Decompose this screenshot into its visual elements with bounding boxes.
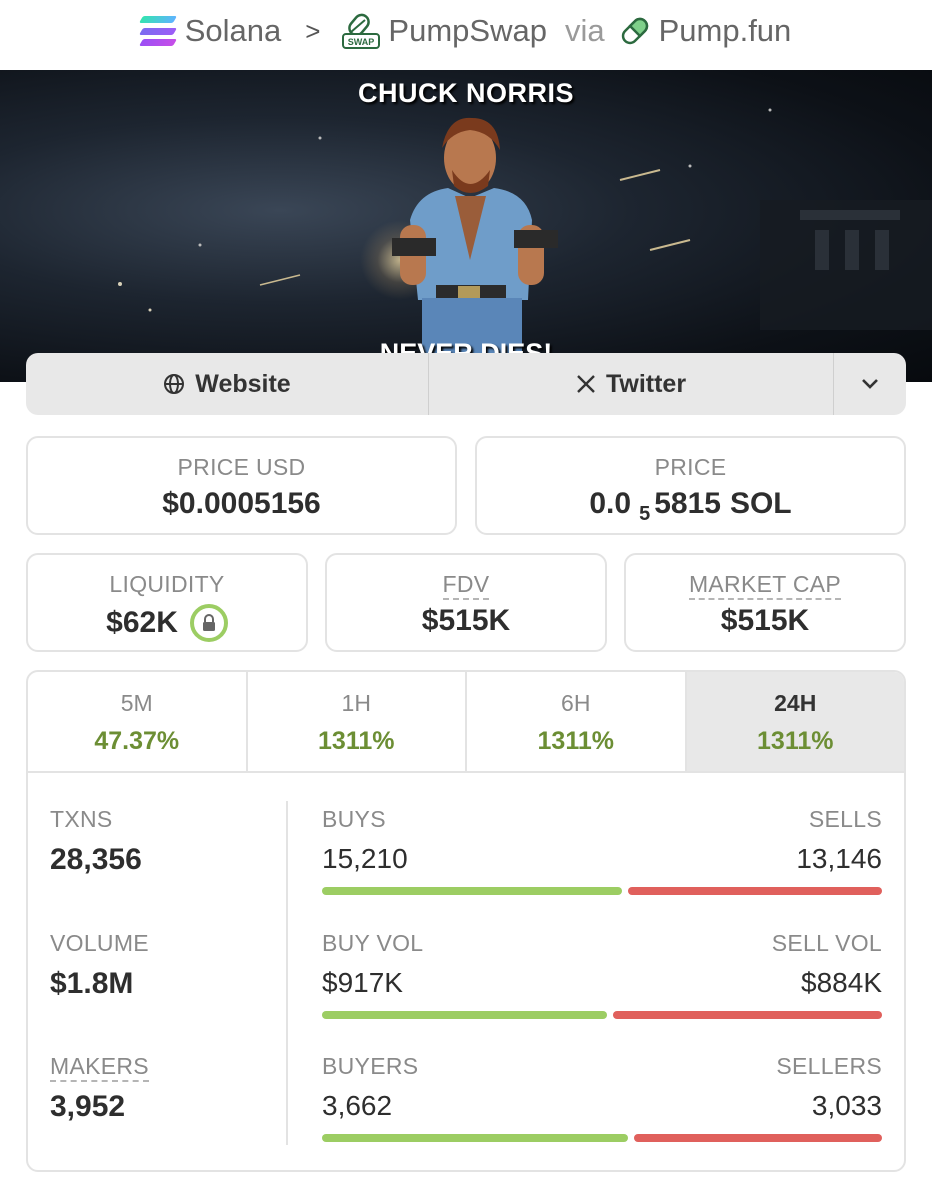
breadcrumb-launchpad[interactable]: Pump.fun [619,13,792,49]
price-native-digits: 5815 [654,487,721,520]
breadcrumb-separator: > [305,15,321,46]
fdv-value: $515K [421,604,511,637]
sell-vol-label: SELL VOL [771,930,882,956]
price-native-value: 0.0 5 5815 SOL [477,487,904,525]
volume-split-row: BUY VOL SELL VOL $917K $884K [322,930,882,1019]
sellers-value: 3,033 [811,1090,882,1121]
volume-value: $1.8M [50,967,134,1000]
lock-icon[interactable] [189,604,228,642]
makers-label[interactable]: MAKERS [50,1053,149,1082]
tab-label: 1H [341,690,371,716]
sell-vol-bar-fill [613,1011,882,1019]
banner-top-text: CHUCK NORRIS [357,78,574,108]
buyers-sellers-row: BUYERS SELLERS 3,662 3,033 [322,1053,882,1142]
x-logo-icon [577,375,595,393]
buy-vol-label: BUY VOL [322,930,424,956]
price-native-card: PRICE 0.0 5 5815 SOL [475,436,906,535]
tab-label: 24H [774,690,817,716]
price-native-unit: SOL [729,487,792,520]
banner-figure [118,108,932,382]
buys-value: 15,210 [322,843,408,874]
tab-change: 1311% [318,727,395,755]
buy-vol-value: $917K [322,967,403,998]
price-native-label: PRICE [654,454,727,480]
tab-6h[interactable]: 6H 1311% [467,672,687,771]
sellers-bar-fill [634,1134,882,1142]
txns-value: 28,356 [50,843,142,876]
token-banner-image: CHUCK NORRIS NEVER DIES! [0,70,932,382]
txns-stat: TXNS 28,356 [50,806,142,877]
buyers-label: BUYERS [322,1053,419,1079]
sells-bar-fill [628,887,882,895]
tab-change: 1311% [757,727,834,755]
chevron-down-icon [862,379,878,389]
breadcrumb-chain[interactable]: Solana [138,13,282,49]
market-cap-label[interactable]: MARKET CAP [688,571,842,600]
liquidity-value: $62K [106,606,178,639]
website-button[interactable]: Website [26,353,429,415]
tab-5m[interactable]: 5M 47.37% [28,672,248,771]
dex-icon-text: SWAP [348,37,375,47]
volume-stat: VOLUME $1.8M [50,930,149,1001]
txn-stats: TXNS 28,356 VOLUME $1.8M MAKERS 3,952 BU… [28,773,904,1170]
volume-split-bar [322,1011,882,1019]
trading-stats-panel: 5M 47.37% 1H 1311% 6H 1311% 24H 1311% TX… [26,670,906,1172]
chain-name: Solana [184,13,282,48]
buyers-value: 3,662 [322,1090,393,1121]
fdv-card: FDV $515K [325,553,607,652]
buyers-bar-fill [322,1134,629,1142]
twitter-label: Twitter [605,369,687,398]
breadcrumb-dex[interactable]: SWAP PumpSwap [342,12,547,50]
tab-label: 6H [561,690,591,716]
makers-value: 3,952 [50,1090,126,1123]
price-native-zero-count: 5 [639,502,651,525]
buyers-sellers-bar [322,1134,882,1142]
buy-vol-bar-fill [322,1011,608,1019]
globe-icon [164,374,185,394]
price-usd-label: PRICE USD [177,454,306,480]
makers-stat: MAKERS 3,952 [50,1053,149,1124]
via-text: via [564,13,605,48]
tab-change: 47.37% [94,727,180,755]
buys-label: BUYS [322,806,386,832]
tab-change: 1311% [537,727,614,755]
sells-label: SELLS [808,806,882,832]
tab-24h[interactable]: 24H 1311% [686,672,904,771]
market-cap-card: MARKET CAP $515K [624,553,906,652]
stats-divider [286,801,288,1145]
liquidity-card: LIQUIDITY $62K [26,553,308,652]
buys-bar-fill [322,887,623,895]
tab-label: 5M [120,690,153,716]
timeframe-tabs: 5M 47.37% 1H 1311% 6H 1311% 24H 1311% [28,672,904,773]
pill-icon [621,17,648,45]
price-usd-value: $0.0005156 [162,487,321,520]
price-native-prefix: 0.0 [589,487,632,520]
launchpad-name: Pump.fun [658,13,792,48]
fdv-label[interactable]: FDV [442,571,490,600]
sell-vol-value: $884K [801,967,882,998]
solana-logo-icon [138,16,177,46]
volume-label: VOLUME [50,930,149,956]
tab-1h[interactable]: 1H 1311% [248,672,467,771]
website-label: Website [195,369,291,398]
txns-label: TXNS [50,806,113,832]
breadcrumb: Solana > SWAP PumpSwap via Pump.fun [0,0,932,62]
buys-sells-row: BUYS SELLS 15,210 13,146 [322,806,882,895]
more-links-button[interactable] [834,353,906,415]
market-cap-value: $515K [720,604,810,637]
sells-value: 13,146 [796,843,882,874]
buys-sells-bar [322,887,882,895]
pumpswap-logo-icon: SWAP [342,13,381,49]
sellers-label: SELLERS [776,1053,882,1079]
twitter-button[interactable]: Twitter [429,353,834,415]
dex-name: PumpSwap [388,13,547,48]
social-links-bar: Website Twitter [26,353,906,415]
liquidity-label: LIQUIDITY [109,571,225,597]
price-usd-card: PRICE USD $0.0005156 [26,436,457,535]
